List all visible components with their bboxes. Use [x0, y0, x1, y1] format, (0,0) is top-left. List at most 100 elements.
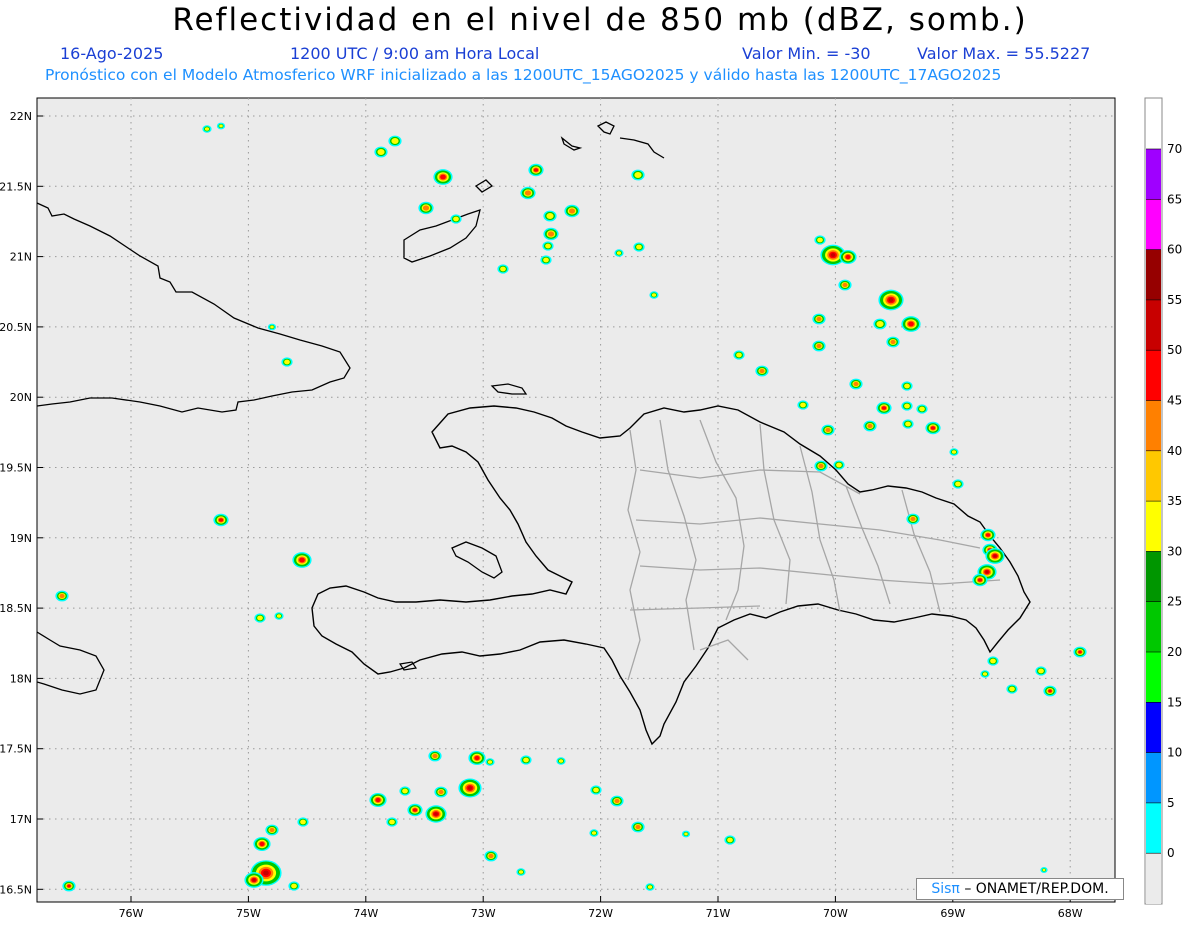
- storm-cell: [292, 552, 312, 568]
- lon-tick-label: 69W: [940, 907, 965, 920]
- storm-cell: [543, 227, 559, 241]
- storm-cell: [1035, 666, 1047, 676]
- colorbar-tick-label: 70: [1167, 142, 1182, 156]
- colorbar-segment: [1146, 752, 1161, 803]
- colorbar-tick-label: 30: [1167, 544, 1182, 558]
- storm-cell: [681, 830, 691, 838]
- storm-cell: [797, 400, 809, 410]
- lon-tick-label: 72W: [588, 907, 613, 920]
- storm-cell: [1006, 684, 1018, 694]
- storm-cell: [821, 424, 835, 436]
- storm-cell: [980, 670, 990, 678]
- storm-cell: [543, 210, 557, 222]
- lat-tick-label: 18.5N: [0, 602, 32, 615]
- lat-tick-label: 16.5N: [0, 883, 32, 896]
- lat-tick-label: 20N: [10, 391, 32, 404]
- lon-tick-label: 70W: [823, 907, 848, 920]
- storm-cell: [450, 214, 462, 224]
- colorbar-segment: [1146, 400, 1161, 451]
- storm-cell: [916, 404, 928, 414]
- colorbar-segment: [1146, 501, 1161, 552]
- storm-cell: [213, 513, 229, 527]
- storm-cell: [202, 125, 212, 133]
- storm-cell: [610, 795, 624, 807]
- storm-cell: [497, 264, 509, 274]
- storm-cell: [418, 201, 434, 215]
- storm-cell: [987, 656, 999, 666]
- colorbar-segment: [1146, 702, 1161, 753]
- colorbar: 7065605550454035302520151050: [1144, 97, 1182, 905]
- storm-cell: [369, 792, 387, 808]
- storm-cell: [244, 872, 264, 888]
- colorbar-segment: [1146, 350, 1161, 401]
- storm-cell: [925, 421, 941, 435]
- colorbar-tick-label: 25: [1167, 595, 1182, 609]
- storm-cell: [949, 448, 959, 456]
- storm-cell: [902, 419, 914, 429]
- storm-cell: [1043, 685, 1057, 697]
- lat-tick-label: 20.5N: [0, 321, 32, 334]
- colorbar-segment: [1146, 450, 1161, 502]
- storm-cell: [631, 821, 645, 833]
- lat-tick-label: 19.5N: [0, 462, 32, 475]
- colorbar-tick-label: 15: [1167, 695, 1182, 709]
- lon-tick-label: 68W: [1058, 907, 1083, 920]
- storm-cell: [399, 786, 411, 796]
- lat-tick-label: 19N: [10, 532, 32, 545]
- storm-cell: [458, 778, 482, 798]
- colorbar-segment: [1146, 551, 1161, 602]
- storm-cell: [901, 401, 913, 411]
- storm-cell: [755, 365, 769, 377]
- storm-cell: [985, 548, 1005, 564]
- lat-tick-label: 21.5N: [0, 180, 32, 193]
- storm-cell: [288, 881, 300, 891]
- storm-cell: [542, 241, 554, 251]
- credit-text: – ONAMET/REP.DOM.: [964, 881, 1109, 897]
- storm-cell: [733, 350, 745, 360]
- credit-box: Sisπ – ONAMET/REP.DOM.: [916, 878, 1124, 900]
- storm-cell: [878, 289, 904, 311]
- storm-cell: [265, 824, 279, 836]
- storm-cell: [520, 755, 532, 765]
- storm-cell: [564, 204, 580, 218]
- storm-cell: [516, 868, 526, 876]
- storm-cell: [281, 357, 293, 367]
- lon-tick-label: 76W: [119, 907, 144, 920]
- storm-cell: [484, 850, 498, 862]
- storm-cell: [62, 880, 76, 892]
- reflectivity-map: 22N 21.5N 21N 20.5N 20N 19.5N 19N 18.5N 18N 17.5N…: [0, 97, 1182, 920]
- storm-cell: [425, 805, 447, 823]
- colorbar-segment: [1146, 802, 1161, 854]
- storm-cell: [645, 883, 655, 891]
- colorbar-tick-label: 5: [1167, 796, 1175, 810]
- storm-cell: [55, 590, 69, 602]
- colorbar-tick-label: 55: [1167, 293, 1182, 307]
- storm-cell: [433, 169, 453, 185]
- storm-cell: [253, 836, 271, 852]
- storm-cell: [274, 612, 284, 620]
- colorbar-tick-label: 20: [1167, 645, 1182, 659]
- storm-cell: [886, 336, 900, 348]
- storm-cell: [589, 829, 599, 837]
- storm-cell: [812, 340, 826, 352]
- storm-cell: [838, 279, 852, 291]
- colorbar-segment: [1146, 149, 1161, 200]
- storm-cell: [434, 786, 448, 798]
- lon-tick-label: 71W: [706, 907, 731, 920]
- storm-cell: [972, 573, 988, 587]
- storm-cell: [952, 479, 964, 489]
- sispi-logo: Sisπ: [931, 881, 960, 897]
- storm-cell: [614, 249, 624, 257]
- storm-cell: [528, 163, 544, 177]
- storm-cell: [540, 255, 552, 265]
- colorbar-segment: [1146, 652, 1161, 703]
- storm-cell: [388, 135, 402, 147]
- colorbar-tick-label: 60: [1167, 243, 1182, 257]
- storm-cell: [297, 817, 309, 827]
- storm-cell: [556, 757, 566, 765]
- colorbar-tick-label: 35: [1167, 494, 1182, 508]
- colorbar-segment: [1146, 199, 1161, 250]
- storm-cell: [814, 460, 828, 472]
- colorbar-segment: [1146, 249, 1161, 300]
- storm-cell: [407, 803, 423, 817]
